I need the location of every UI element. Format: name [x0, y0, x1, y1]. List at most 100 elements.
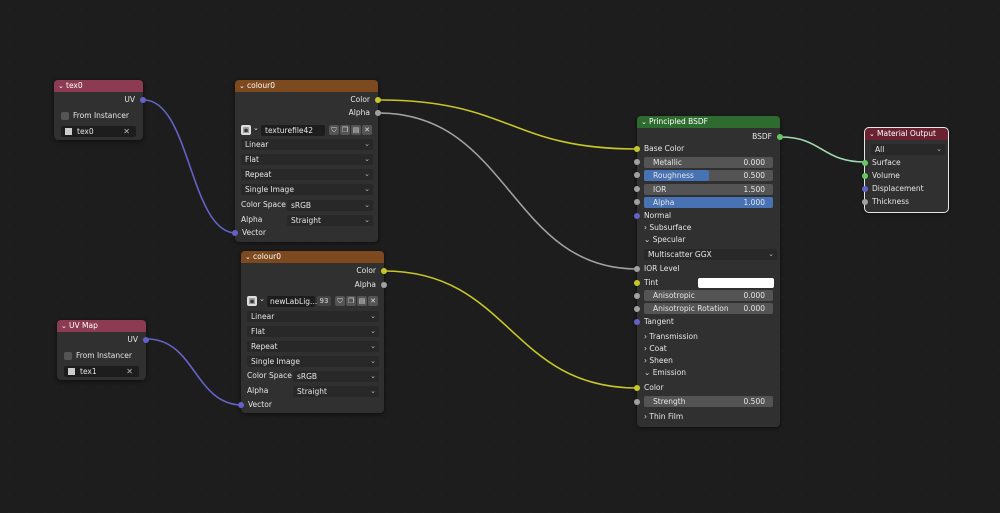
ior-socket[interactable]: [634, 186, 640, 192]
roughness-field[interactable]: Roughness 0.500: [644, 170, 773, 181]
alpha-output-socket[interactable]: [381, 282, 387, 288]
interpolation-dropdown[interactable]: Linear ⌄: [241, 139, 373, 150]
chevron-down-icon[interactable]: ⌄: [239, 80, 247, 92]
uv-output-socket[interactable]: [143, 337, 149, 343]
chevron-down-icon[interactable]: ⌄: [61, 320, 69, 332]
anisotropic-rotation-field[interactable]: Anisotropic Rotation 0.000: [644, 303, 773, 314]
from-instancer-checkbox[interactable]: [61, 112, 69, 120]
chevron-down-icon[interactable]: ⌄: [869, 128, 877, 140]
anisotropic-socket[interactable]: [634, 293, 640, 299]
tex0-node-header[interactable]: ⌄ tex0: [54, 80, 143, 92]
tint-socket[interactable]: [634, 280, 640, 286]
uv-map-name-field[interactable]: tex1 ✕: [64, 366, 139, 377]
image-texture-header[interactable]: ⌄ colour0: [235, 80, 378, 92]
color-space-dropdown[interactable]: sRGB ⌄: [287, 200, 373, 211]
image-selector[interactable]: ▣ ⌄ texturefile42 ⛉ ❐ ▤ ✕: [241, 124, 373, 136]
close-icon[interactable]: ✕: [362, 125, 372, 135]
principled-bsdf-node[interactable]: ⌄ Principled BSDF BSDF Base Color Metalli…: [634, 116, 783, 427]
vector-input-socket[interactable]: [232, 230, 238, 236]
color-space-dropdown[interactable]: sRGB ⌄: [293, 371, 379, 382]
metallic-socket[interactable]: [634, 159, 640, 165]
close-icon[interactable]: ✕: [368, 296, 378, 306]
image-texture-node-1[interactable]: ⌄ colour0 Color Alpha ▣ ⌄ texturefile42 ⛉…: [232, 80, 381, 242]
source-dropdown[interactable]: Single Image ⌄: [247, 356, 379, 367]
image-texture-header[interactable]: ⌄ colour0: [241, 251, 384, 263]
chevron-down-icon[interactable]: ⌄: [245, 251, 253, 263]
emission-strength-field[interactable]: Strength 0.500: [644, 396, 773, 407]
color-output-socket[interactable]: [381, 268, 387, 274]
clear-icon[interactable]: ✕: [123, 126, 130, 137]
image-name-field[interactable]: newLabLig...: [267, 296, 317, 307]
bsdf-output-socket[interactable]: [777, 134, 783, 140]
uv-output-socket[interactable]: [140, 97, 146, 103]
chevron-down-icon[interactable]: ⌄: [259, 295, 265, 303]
emission-color-socket[interactable]: [634, 385, 640, 391]
image-name-field[interactable]: texturefile42: [261, 125, 325, 136]
alpha-mode-dropdown[interactable]: Straight ⌄: [293, 386, 379, 397]
projection-dropdown[interactable]: Flat ⌄: [241, 154, 373, 165]
volume-socket[interactable]: [862, 173, 868, 179]
material-output-header[interactable]: ⌄ Material Output: [865, 128, 948, 140]
image-browse-icon[interactable]: ▣: [241, 125, 251, 135]
sheen-panel[interactable]: › Sheen: [637, 355, 780, 367]
roughness-socket[interactable]: [634, 172, 640, 178]
node-editor-canvas[interactable]: [0, 0, 1000, 513]
uv-map-node[interactable]: ⌄ UV Map UV From Instancer tex1 ✕: [57, 320, 149, 380]
chevron-down-icon: ⌄: [364, 201, 370, 209]
alpha-mode-dropdown[interactable]: Straight ⌄: [287, 215, 373, 226]
chevron-down-icon[interactable]: ⌄: [58, 80, 66, 92]
chevron-down-icon[interactable]: ⌄: [641, 116, 649, 128]
surface-socket[interactable]: [862, 160, 868, 166]
transmission-panel[interactable]: › Transmission: [637, 331, 780, 343]
alpha-output-socket[interactable]: [375, 110, 381, 116]
tint-color-swatch[interactable]: [698, 278, 774, 288]
displacement-socket[interactable]: [862, 186, 868, 192]
anisotropic-field[interactable]: Anisotropic 0.000: [644, 290, 773, 301]
extension-dropdown[interactable]: Repeat ⌄: [241, 169, 373, 180]
emission-strength-socket[interactable]: [634, 399, 640, 405]
tangent-socket[interactable]: [634, 319, 640, 325]
fake-user-shield-icon[interactable]: ⛉: [329, 125, 339, 135]
principled-bsdf-header[interactable]: ⌄ Principled BSDF: [637, 116, 780, 128]
tex0-node[interactable]: ⌄ tex0 UV From Instancer tex0 ✕: [54, 80, 146, 140]
ior-field[interactable]: IOR 1.500: [644, 184, 773, 195]
material-output-node[interactable]: ⌄ Material Output All ⌄ Surface Volume Dis…: [862, 127, 949, 213]
alpha-field[interactable]: Alpha 1.000: [644, 197, 773, 208]
image-browse-icon[interactable]: ▣: [247, 296, 257, 306]
vector-input-socket[interactable]: [238, 402, 244, 408]
thickness-socket[interactable]: [862, 199, 868, 205]
chevron-right-icon: ›: [644, 223, 647, 232]
uv-map-node-header[interactable]: ⌄ UV Map: [57, 320, 146, 332]
users-count[interactable]: 93: [317, 296, 331, 306]
anisotropic-rotation-socket[interactable]: [634, 306, 640, 312]
open-folder-icon[interactable]: ▤: [357, 296, 367, 306]
specular-panel[interactable]: ⌄ Specular: [637, 234, 780, 246]
interpolation-dropdown[interactable]: Linear ⌄: [247, 311, 379, 322]
ior-level-socket[interactable]: [634, 266, 640, 272]
thin-film-panel[interactable]: › Thin Film: [637, 411, 780, 423]
target-dropdown[interactable]: All ⌄: [871, 144, 945, 155]
distribution-dropdown[interactable]: Multiscatter GGX ⌄: [644, 249, 777, 260]
duplicate-icon[interactable]: ❐: [340, 125, 350, 135]
clear-icon[interactable]: ✕: [126, 366, 133, 377]
projection-dropdown[interactable]: Flat ⌄: [247, 326, 379, 337]
from-instancer-checkbox[interactable]: [64, 352, 72, 360]
base-color-socket[interactable]: [634, 146, 640, 152]
extension-dropdown[interactable]: Repeat ⌄: [247, 341, 379, 352]
emission-panel[interactable]: ⌄ Emission: [637, 367, 780, 379]
duplicate-icon[interactable]: ❐: [346, 296, 356, 306]
fake-user-shield-icon[interactable]: ⛉: [335, 296, 345, 306]
source-dropdown[interactable]: Single Image ⌄: [241, 184, 373, 195]
attribute-name-field[interactable]: tex0 ✕: [61, 126, 136, 137]
chevron-down-icon: ⌄: [644, 235, 651, 244]
coat-panel[interactable]: › Coat: [637, 343, 780, 355]
image-selector[interactable]: ▣ ⌄ newLabLig... 93 ⛉ ❐ ▤ ✕: [247, 295, 379, 307]
subsurface-panel[interactable]: › Subsurface: [637, 222, 780, 234]
open-folder-icon[interactable]: ▤: [351, 125, 361, 135]
normal-socket[interactable]: [634, 213, 640, 219]
metallic-field[interactable]: Metallic 0.000: [644, 157, 773, 168]
image-texture-node-2[interactable]: ⌄ colour0 Color Alpha ▣ ⌄ newLabLig... 93…: [238, 251, 387, 413]
color-output-socket[interactable]: [375, 97, 381, 103]
alpha-socket[interactable]: [634, 199, 640, 205]
chevron-down-icon[interactable]: ⌄: [253, 124, 259, 132]
